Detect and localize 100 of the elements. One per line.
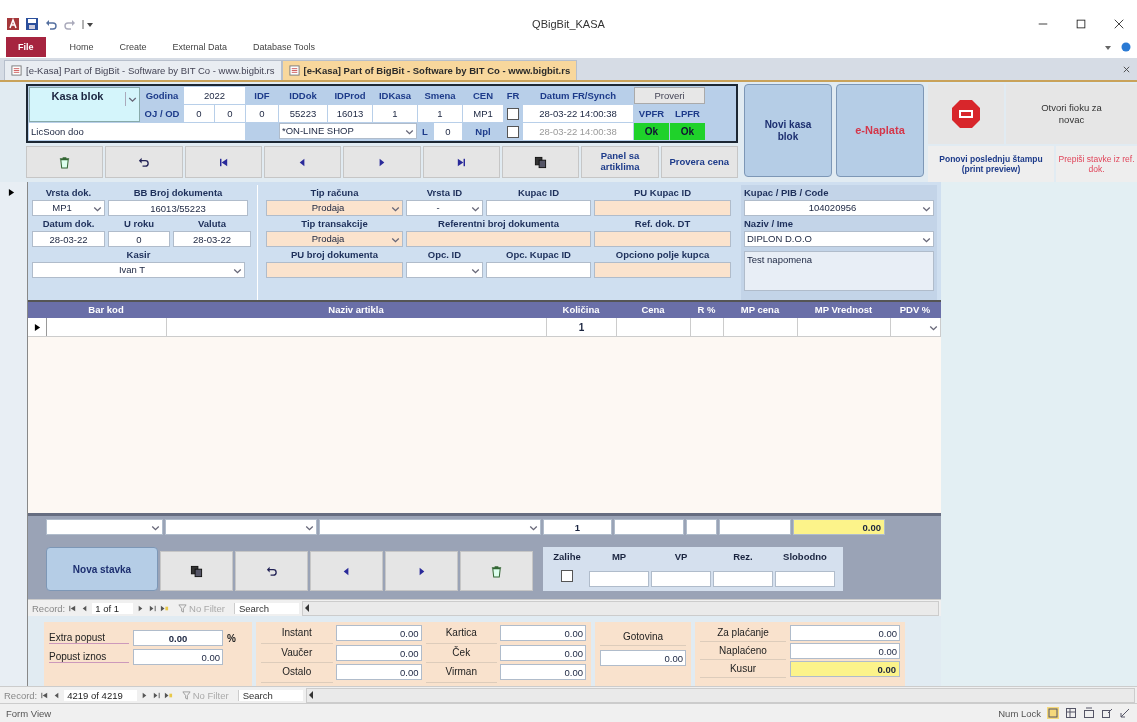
text-field[interactable]: 1 [418, 105, 462, 122]
copy-items-button[interactable]: Prepiši stavke iz ref. dok. [1056, 146, 1137, 182]
last-record-icon[interactable] [148, 603, 158, 613]
text-field[interactable]: MP1 [463, 105, 503, 122]
price-field[interactable] [614, 519, 684, 535]
first-record-icon[interactable] [40, 690, 50, 700]
text-field[interactable]: 28-03-22 [32, 231, 105, 247]
dropdown-field[interactable]: 104020956 [744, 200, 934, 216]
dropdown-field[interactable] [406, 262, 483, 278]
quantity-field[interactable]: 1 [543, 519, 612, 535]
text-field[interactable] [486, 200, 591, 216]
checkbox[interactable] [507, 107, 519, 120]
ribbon-tab[interactable]: External Data [160, 37, 240, 57]
company-field[interactable]: LicSoon doo [29, 123, 245, 140]
new-record-icon[interactable] [163, 690, 173, 700]
document-tab[interactable]: [e-Kasa] Part of BigBit - Software by BIT Co - www.bigbit.rs [4, 60, 282, 80]
dropdown-field[interactable] [319, 519, 541, 535]
last-record-icon[interactable] [151, 690, 161, 700]
dropdown-field[interactable]: DIPLON D.O.O [744, 231, 934, 247]
record-position-field[interactable]: 1 of 1 [92, 602, 134, 614]
text-field[interactable] [406, 231, 591, 247]
maximize-button[interactable] [1075, 18, 1087, 30]
text-field[interactable] [266, 262, 403, 278]
text-field[interactable]: 0 [246, 105, 278, 122]
toolbar-button[interactable]: Provera cena [660, 146, 738, 178]
date-field[interactable]: 28-03-22 14:00:38 [523, 105, 633, 122]
discount-field[interactable] [686, 519, 717, 535]
text-field[interactable] [594, 262, 731, 278]
price-field[interactable] [719, 519, 791, 535]
year-field[interactable]: 2022 [184, 87, 245, 104]
amount-field[interactable]: 0.00 [500, 644, 586, 661]
dropdown-field[interactable]: - [406, 200, 483, 216]
open-drawer-button[interactable]: Otvori fioku za novac [1006, 84, 1137, 144]
ribbon-tab[interactable]: Create [107, 37, 159, 57]
text-field[interactable]: 0 [215, 105, 245, 122]
note-field[interactable]: Test napomena [744, 251, 934, 291]
toolbar-button[interactable] [501, 146, 580, 178]
close-icon[interactable] [1122, 65, 1131, 74]
save-icon[interactable] [25, 17, 39, 31]
text-field[interactable]: 0 [434, 123, 462, 140]
dropdown-field[interactable] [165, 519, 317, 535]
dropdown-field[interactable]: Ivan T [32, 262, 245, 278]
text-field[interactable]: 55223 [279, 105, 327, 122]
search-field[interactable]: Search [237, 689, 303, 701]
reprint-button[interactable]: Ponovi poslednju štampu (print preview) [928, 146, 1054, 182]
first-record-icon[interactable] [68, 603, 78, 613]
dropdown-field[interactable] [46, 519, 163, 535]
scroll-left-icon[interactable] [303, 603, 312, 613]
new-receipt-button[interactable]: Novi kasa blok [744, 84, 832, 177]
text-field[interactable]: 1 [373, 105, 417, 122]
text-field[interactable]: 16013 [328, 105, 372, 122]
amount-field[interactable]: 0.00 [500, 664, 586, 681]
text-field[interactable] [594, 200, 731, 216]
dropdown-field[interactable]: *ON-LINE SHOP [279, 123, 417, 139]
new-record-icon[interactable] [160, 603, 170, 613]
checkbox[interactable] [507, 125, 519, 138]
toolbar-button[interactable]: Panel sa artiklima [581, 146, 659, 178]
amount-field[interactable]: 0.00 [600, 650, 686, 666]
stop-button[interactable] [928, 84, 1004, 144]
text-field[interactable]: 0 [108, 231, 170, 247]
field-label: Instant [261, 625, 333, 644]
amount-field[interactable]: 0.00 [335, 664, 422, 681]
amount-field[interactable]: 0.00 [133, 630, 223, 646]
new-item-button[interactable]: Nova stavka [46, 547, 158, 591]
horizontal-scrollbar[interactable] [302, 600, 939, 616]
text-field[interactable]: 28-03-22 [173, 231, 251, 247]
redo-icon[interactable] [63, 17, 77, 31]
pencil-icon[interactable] [1119, 707, 1131, 719]
text-field[interactable] [486, 262, 591, 278]
table-cell[interactable]: 1 [547, 318, 617, 336]
amount-field[interactable]: 0.00 [335, 644, 422, 661]
dropdown-field[interactable]: Prodaja [266, 231, 403, 247]
receipt-type-dropdown[interactable]: Kasa blok [29, 87, 140, 122]
ribbon-tab[interactable]: Database Tools [241, 37, 327, 57]
layout-view-icon[interactable] [1083, 707, 1095, 719]
field-label: Kartica [425, 625, 497, 644]
customize-caret-icon[interactable] [82, 17, 96, 31]
design-view-icon[interactable] [1101, 707, 1113, 719]
dropdown-field[interactable]: MP1 [32, 200, 105, 216]
check-button[interactable]: Proveri [634, 87, 705, 104]
ribbon-tab[interactable]: Home [57, 37, 106, 57]
form-view-icon[interactable] [1047, 707, 1059, 719]
document-tab[interactable]: [e-Kasa] Part of BigBit - Software by BIT Co - www.bigbit.rs [281, 60, 578, 80]
text-field[interactable]: 0 [184, 105, 214, 122]
amount-field[interactable]: 0.00 [500, 625, 586, 641]
toolbar-button[interactable] [160, 551, 233, 591]
record-position-field[interactable]: 4219 of 4219 [64, 689, 137, 701]
amount-field[interactable]: 0.00 [335, 625, 422, 641]
datasheet-view-icon[interactable] [1065, 707, 1077, 719]
amount-field[interactable]: 0.00 [133, 649, 223, 665]
search-field[interactable]: Search [233, 602, 300, 614]
record-selector-icon[interactable] [8, 188, 15, 197]
help-icon[interactable] [1121, 42, 1131, 52]
dropdown-field[interactable]: Prodaja [266, 200, 403, 216]
file-tab[interactable]: File [6, 37, 46, 57]
text-field[interactable] [594, 231, 731, 247]
horizontal-scrollbar[interactable] [305, 687, 1135, 703]
close-button[interactable] [1113, 18, 1125, 30]
checkbox[interactable] [561, 570, 573, 582]
text-field[interactable]: 16013/55223 [108, 200, 248, 216]
